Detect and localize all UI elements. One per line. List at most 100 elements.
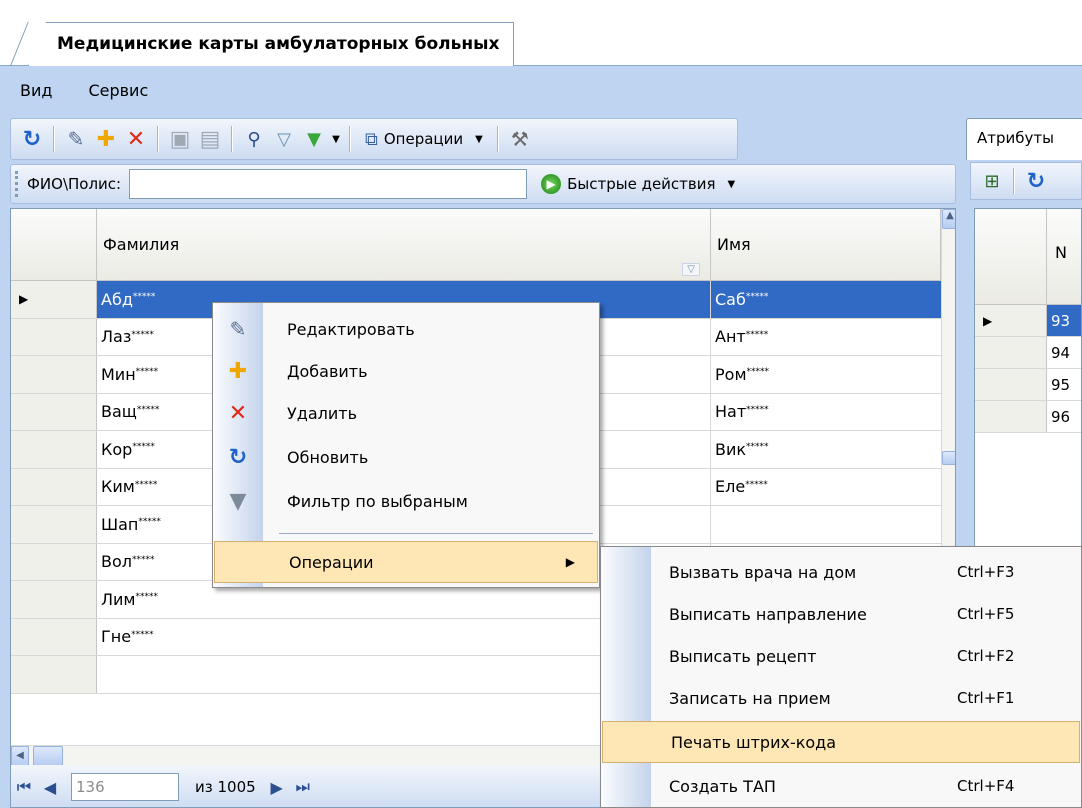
submenu-item-shortcut: Ctrl+F2 [957,647,1015,665]
play-icon: ▶ [541,174,562,194]
next-record-icon[interactable]: ▶ [264,778,290,797]
toolbar-separator [349,126,351,152]
cell-text: Вик [715,439,747,459]
save-all-icon[interactable]: ▤ [195,123,225,155]
cell-name[interactable] [711,506,941,543]
submenu-item[interactable]: Выписать рецепт Ctrl+F2 [601,635,1081,677]
cell-text: Гне [101,627,132,647]
context-menu: ✎ Редактировать ✚ Добавить ✕ Удалить ↻ О… [212,302,600,588]
tab-medical-records[interactable]: Медицинские карты амбулаторных больных [28,22,515,66]
record-position-field[interactable]: 136 [71,773,179,801]
attribute-value: 95 [1051,375,1071,394]
search-input[interactable] [129,169,528,199]
scroll-left-icon[interactable]: ◀ [11,746,29,766]
filter-arrow-icon[interactable]: ▽ [682,263,700,276]
context-item-label: Добавить [287,361,368,381]
context-edit[interactable]: ✎ Редактировать [213,309,599,349]
row-selector[interactable] [11,506,97,543]
scroll-up-icon[interactable]: ▲ [942,209,955,229]
main-toolbar: ↻ ✎ ✚ ✕ ▣ ▤ ⚲ ▽ ▼ ▼ ⧉ Операции ▼ ⚒ [10,118,738,160]
find-icon[interactable]: ⚲ [239,123,269,155]
cell-text: Саб [715,289,746,309]
cell-text: Лаз [101,327,132,347]
row-selector[interactable] [11,431,97,468]
row-selector[interactable] [11,581,97,618]
quick-actions-button[interactable]: ▶ Быстрые действия ▼ [541,174,735,194]
row-selector[interactable] [11,468,97,505]
grip-handle[interactable] [15,171,23,197]
context-filter-selected[interactable]: ▼ Фильтр по выбраным [213,481,599,521]
row-selector[interactable] [975,337,1047,368]
operations-button[interactable]: ⧉ Операции ▼ [357,129,491,150]
row-selector[interactable] [11,543,97,580]
filter-icon: ▼ [229,488,247,514]
row-selector[interactable] [11,318,97,355]
edit-icon[interactable]: ✎ [61,123,91,155]
menu-view[interactable]: Вид [0,81,68,100]
tab-attributes[interactable]: Атрибуты [966,118,1082,160]
row-selector-header [975,209,1047,304]
row-selector[interactable] [11,618,97,655]
row-selector[interactable] [11,356,97,393]
attribute-row[interactable]: 95 [975,369,1081,401]
clear-filter-icon[interactable]: ▼ [299,123,329,155]
submenu-item[interactable]: Вызвать врача на дом Ctrl+F3 [601,551,1081,593]
cell-text: Лим [101,589,136,609]
save-icon[interactable]: ▣ [165,123,195,155]
toolbar-separator [157,126,159,152]
submenu-item[interactable]: Создать ТАП Ctrl+F4 [601,765,1081,807]
previous-record-icon[interactable]: ◀ [37,778,63,797]
context-operations[interactable]: Операции ▶ [214,541,598,583]
submenu-item[interactable]: Записать на прием Ctrl+F1 [601,677,1081,719]
chevron-down-icon: ▼ [475,133,483,145]
cell-name[interactable]: Еле ***** [711,469,941,506]
grid-header: Фамилия ▽ Имя [11,209,941,281]
cell-text: Еле [715,477,746,497]
delete-icon[interactable]: ✕ [121,123,151,155]
tools-icon[interactable]: ⚒ [505,123,535,155]
scroll-thumb[interactable] [33,746,63,766]
submenu-item[interactable]: Выписать направление Ctrl+F5 [601,593,1081,635]
filter-dropdown-icon[interactable]: ▼ [329,123,343,155]
context-delete[interactable]: ✕ Удалить [213,393,599,433]
cell-name[interactable]: Нат ***** [711,394,941,431]
first-record-icon[interactable]: ⏮ [11,777,37,797]
delete-icon: ✕ [228,400,248,426]
filter-icon[interactable]: ▽ [269,123,299,155]
record-total: из 1005 [195,778,256,796]
add-icon: ✚ [228,358,248,384]
cell-name[interactable]: Вик ***** [711,431,941,468]
column-header-number[interactable]: N [1047,209,1067,304]
column-header-surname[interactable]: Фамилия ▽ [97,209,711,280]
attribute-row[interactable]: 94 [975,337,1081,369]
column-header-name[interactable]: Имя [711,209,941,280]
masked-suffix: ***** [746,442,769,453]
masked-suffix: ***** [135,367,159,378]
scroll-thumb[interactable] [942,451,955,465]
row-selector[interactable] [975,369,1047,400]
row-selector[interactable] [11,656,97,693]
document-tab-strip: Медицинские карты амбулаторных больных [0,0,1082,66]
row-selector[interactable] [11,393,97,430]
attribute-row[interactable]: 96 [975,401,1081,433]
cell-name[interactable]: Ант ***** [711,319,941,356]
expand-icon[interactable]: ⊞ [977,165,1007,197]
cell-name[interactable]: Саб ***** [711,281,941,318]
refresh-icon[interactable]: ↻ [1021,165,1051,197]
menu-service[interactable]: Сервис [68,81,164,100]
row-selector[interactable]: ▶ [975,305,1047,336]
row-selector[interactable]: ▶ [11,281,97,318]
row-selector[interactable] [975,401,1047,432]
chevron-down-icon: ▼ [727,178,736,190]
masked-suffix: ***** [134,479,158,490]
context-add[interactable]: ✚ Добавить [213,351,599,391]
refresh-icon[interactable]: ↻ [17,123,47,155]
context-item-label: Удалить [287,403,357,423]
add-icon[interactable]: ✚ [91,123,121,155]
submenu-item-label: Вызвать врача на дом [669,562,857,582]
last-record-icon[interactable]: ⏭ [290,777,316,797]
cell-name[interactable]: Ром ***** [711,356,941,393]
attribute-row[interactable]: ▶ 93 [975,305,1081,337]
context-refresh[interactable]: ↻ Обновить [213,437,599,477]
submenu-item[interactable]: Печать штрих-кода [602,721,1080,763]
